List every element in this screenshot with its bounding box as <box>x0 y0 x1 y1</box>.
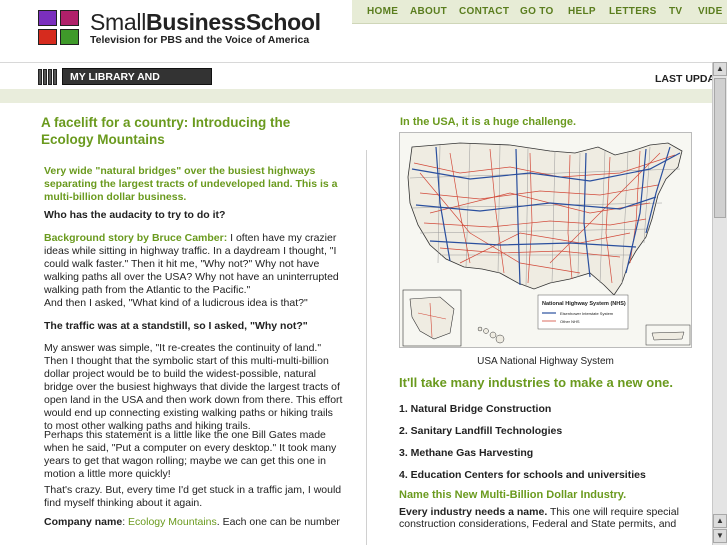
main-content: A facelift for a country: Introducing th… <box>0 103 712 545</box>
nav-contact[interactable]: CONTACT <box>459 6 509 17</box>
industry-item: 3. Methane Gas Harvesting <box>399 447 534 459</box>
industry-name-heading: Name this New Multi-Billion Dollar Indus… <box>399 489 627 501</box>
map-caption: USA National Highway System <box>477 356 614 367</box>
industry-item: 2. Sanitary Landfill Technologies <box>399 425 563 437</box>
company-label: Company name <box>44 516 123 528</box>
nav-tv[interactable]: TV <box>669 6 682 17</box>
nav-about[interactable]: ABOUT <box>410 6 447 17</box>
question-text: Who has the audacity to try to do it? <box>44 209 226 221</box>
vertical-scrollbar[interactable]: ▲ ▲ ▼ <box>712 62 727 545</box>
company-name-link[interactable]: Ecology Mountains <box>128 516 217 528</box>
nav-home[interactable]: HOME <box>367 6 398 17</box>
background-story: Background story by Bruce Camber: I ofte… <box>44 232 344 297</box>
sidebar-title: In the USA, it is a huge challenge. <box>400 116 577 128</box>
decorative-band <box>0 89 727 103</box>
highway-map-image: National Highway System (NHS) Eisenhower… <box>399 132 692 348</box>
logo-square-red <box>38 29 57 45</box>
standstill-text: The traffic was at a standstill, so I as… <box>44 320 308 332</box>
books-icon[interactable] <box>38 69 62 86</box>
industry-name-bold: Every industry needs a name. <box>399 506 548 518</box>
company-tail: . Each one can be number <box>216 516 340 528</box>
map-legend-interstate: Eisenhower Interstate System <box>560 311 614 316</box>
nav-video[interactable]: VIDE <box>698 6 723 17</box>
site-header: SmallBusinessSchool Television for PBS a… <box>0 0 727 62</box>
industry-name-paragraph: Every industry needs a name. This one wi… <box>399 506 699 530</box>
paragraph-standstill: The traffic was at a standstill, so I as… <box>44 320 344 333</box>
map-legend-title: National Highway System (NHS) <box>542 301 626 307</box>
scroll-up-icon[interactable]: ▲ <box>713 62 727 76</box>
scroll-down-icon[interactable]: ▼ <box>713 529 727 543</box>
article-lead: Very wide "natural bridges" over the bus… <box>44 165 338 203</box>
industries-heading: It'll take many industries to make a new… <box>399 375 674 390</box>
nav-letters[interactable]: LETTERS <box>609 6 657 17</box>
top-nav: HOME ABOUT CONTACT GO TO HELP LETTERS TV… <box>352 0 727 24</box>
logo-square-magenta <box>60 10 79 26</box>
column-divider <box>366 150 367 545</box>
article-headline: A facelift for a country: Introducing th… <box>41 115 291 147</box>
my-library-button[interactable]: MY LIBRARY AND COURSES <box>62 68 212 95</box>
logo-square-purple <box>38 10 57 26</box>
industry-item: 1. Natural Bridge Construction <box>399 403 552 415</box>
logo-name-bold: BusinessSchool <box>146 9 321 35</box>
map-legend-other: Other NHS <box>560 319 580 324</box>
library-bar: MY LIBRARY AND COURSES LAST UPDA <box>0 63 727 95</box>
paragraph-bill-gates: Perhaps this statement is a little like … <box>44 429 337 480</box>
usa-map-icon: National Highway System (NHS) Eisenhower… <box>400 133 691 347</box>
site-logo-name[interactable]: SmallBusinessSchool <box>90 9 321 36</box>
paragraph-crazy: That's crazy. But, every time I'd get st… <box>44 484 342 509</box>
industry-item: 4. Education Centers for schools and uni… <box>399 469 646 481</box>
scroll-thumb[interactable] <box>714 78 726 218</box>
company-name-line: Company name: Ecology Mountains. Each on… <box>44 516 344 529</box>
nav-help[interactable]: HELP <box>568 6 596 17</box>
scroll-up-icon[interactable]: ▲ <box>713 514 727 528</box>
question-heading: Who has the audacity to try to do it? <box>44 209 344 222</box>
site-tagline: Television for PBS and the Voice of Amer… <box>90 34 310 46</box>
background-label: Background story by Bruce Camber: <box>44 232 228 244</box>
paragraph-answer: My answer was simple, "It re-creates the… <box>44 342 343 432</box>
logo-name-prefix: Small <box>90 9 147 35</box>
paragraph-ludicrous: And then I asked, "What kind of a ludicr… <box>44 297 308 309</box>
logo-square-green <box>60 29 79 45</box>
logo-icon[interactable] <box>38 10 80 46</box>
nav-goto[interactable]: GO TO <box>520 6 554 17</box>
last-update-label: LAST UPDA <box>655 73 716 85</box>
